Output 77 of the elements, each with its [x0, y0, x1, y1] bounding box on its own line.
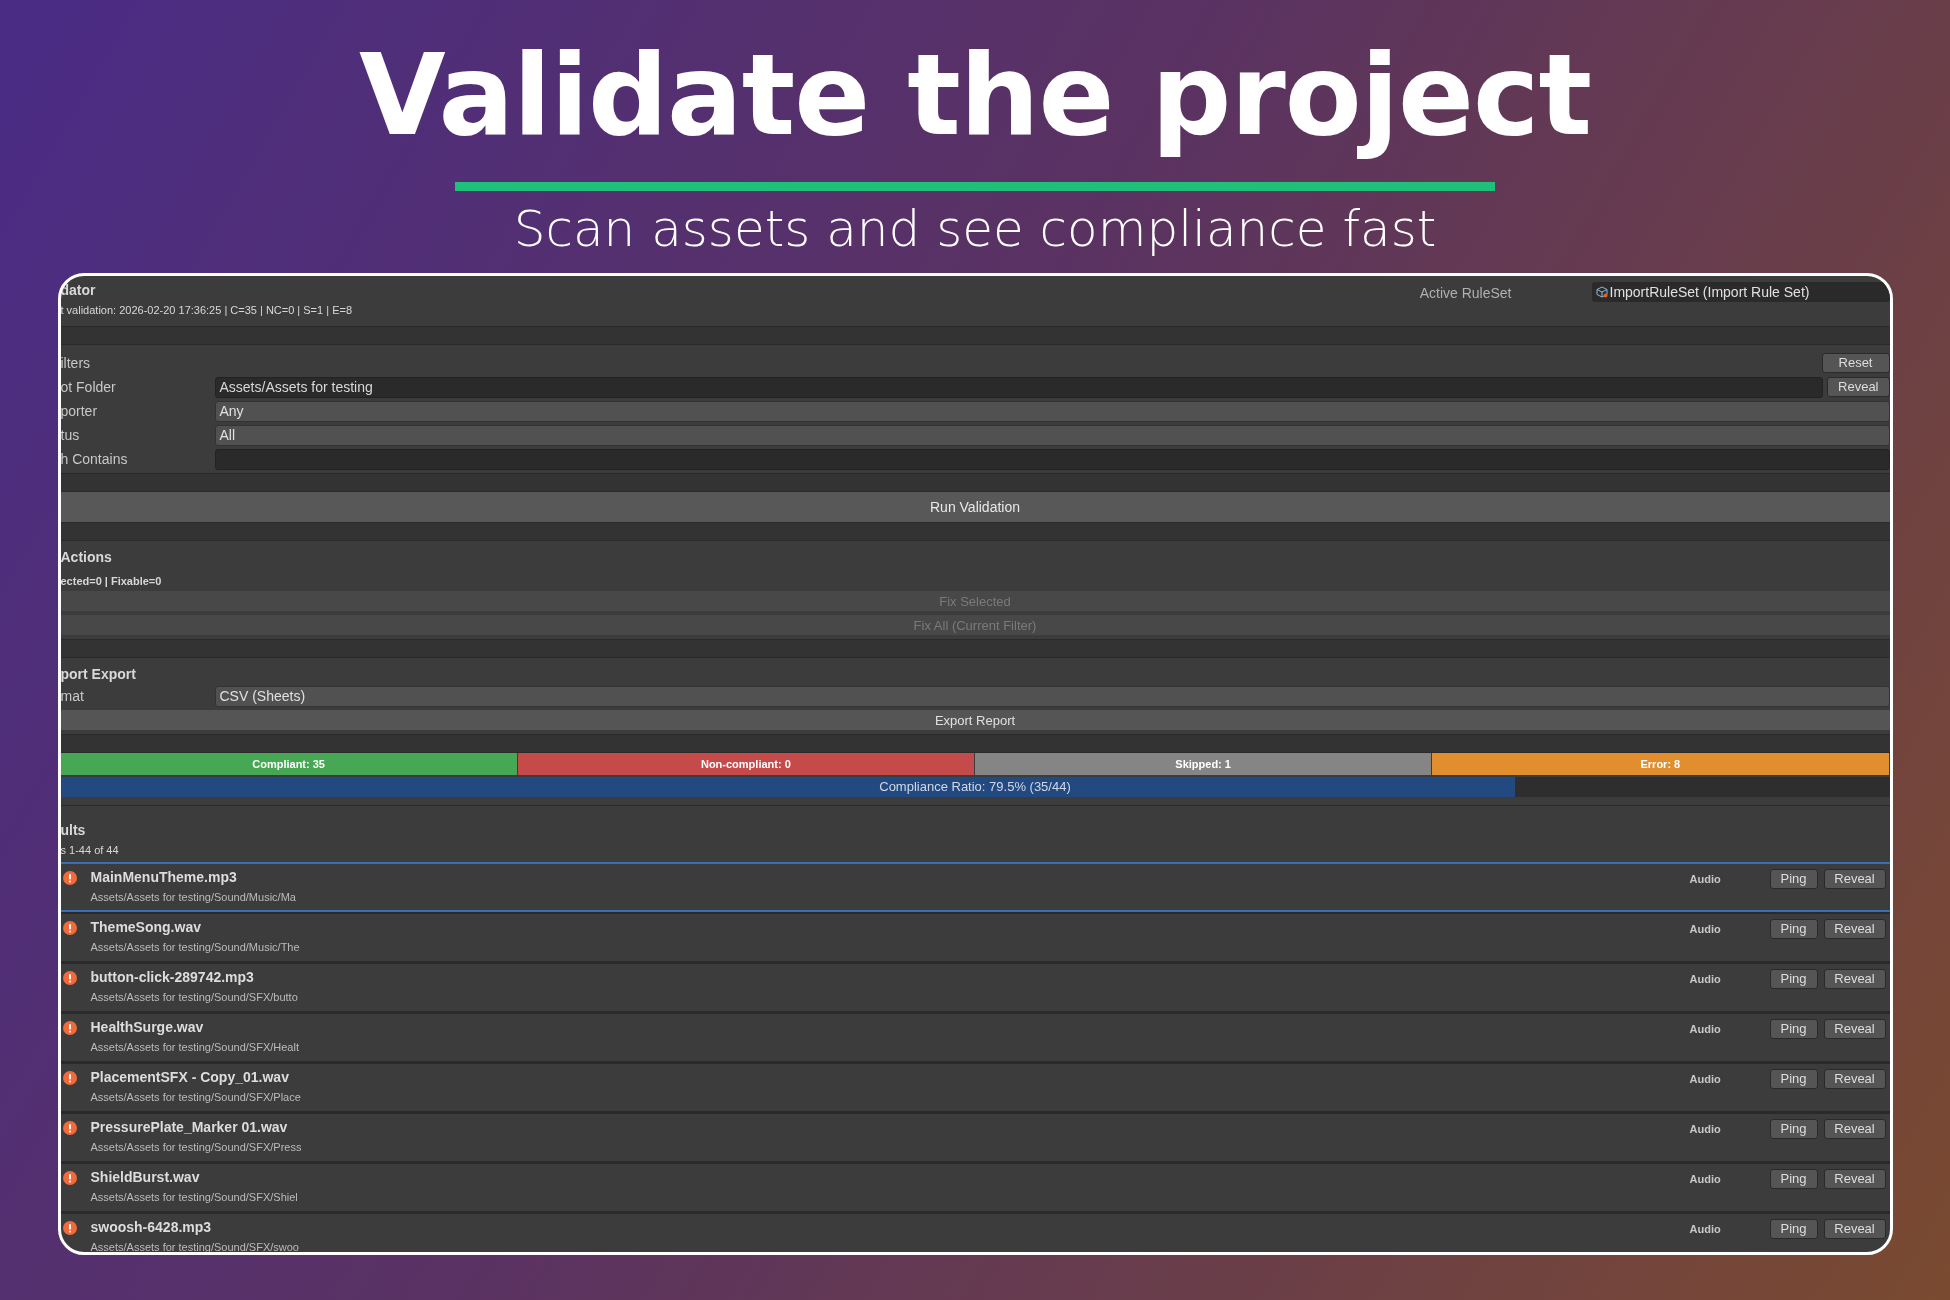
- ping-button[interactable]: Ping: [1769, 1019, 1818, 1039]
- ping-button[interactable]: Ping: [1769, 969, 1818, 989]
- headline: Validate the project: [359, 30, 1591, 160]
- run-validation-button[interactable]: Run Validation: [60, 492, 1890, 522]
- report-export-heading: port Export: [60, 666, 137, 682]
- ruleset-label: Active RuleSet: [1419, 284, 1512, 301]
- asset-type: Audio: [1689, 1173, 1722, 1185]
- dropdown-field[interactable]: All: [214, 424, 1890, 446]
- asset-type: Audio: [1689, 973, 1722, 985]
- asset-path: Assets/Assets for testing/Sound/SFX/Press: [90, 1141, 303, 1153]
- export-report-button[interactable]: Export Report: [60, 710, 1890, 730]
- asset-path: Assets/Assets for testing/Sound/Music/The: [90, 941, 301, 953]
- dropdown-field[interactable]: Any: [214, 400, 1890, 422]
- asset-name: PressurePlate_Marker 01.wav: [90, 1119, 289, 1135]
- field-label: tus: [60, 427, 81, 443]
- reveal-button[interactable]: Reveal: [1823, 1069, 1886, 1089]
- selection-summary: ected=0 | Fixable=0: [60, 575, 163, 587]
- reveal-button[interactable]: Reveal: [1823, 969, 1886, 989]
- asset-path: Assets/Assets for testing/Sound/SFX/butto: [90, 991, 299, 1003]
- asset-type: Audio: [1689, 1073, 1722, 1085]
- subtitle: Scan assets and see compliance fast: [513, 199, 1437, 259]
- ruleset-field[interactable]: ImportRuleSet (Import Rule Set): [1591, 282, 1890, 302]
- summary-segment: Error: 8: [1432, 753, 1890, 775]
- field-label: h Contains: [60, 451, 129, 467]
- results-count: s 1-44 of 44: [60, 844, 120, 856]
- ping-button[interactable]: Ping: [1769, 919, 1818, 939]
- ping-button[interactable]: Ping: [1769, 1069, 1818, 1089]
- asset-path: Assets/Assets for testing/Sound/SFX/Place: [90, 1091, 302, 1103]
- asset-name: ShieldBurst.wav: [90, 1169, 201, 1185]
- reveal-button[interactable]: Reveal: [1823, 1119, 1886, 1139]
- field-label: ot Folder: [60, 379, 117, 395]
- asset-name: ThemeSong.wav: [90, 919, 202, 935]
- result-row[interactable]: ShieldBurst.wav Assets/Assets for testing/Sound/SFX/Shiel Audio Ping Reveal: [60, 1162, 1890, 1212]
- summary-segment: Skipped: 1: [975, 753, 1433, 775]
- asset-type: Audio: [1689, 923, 1722, 935]
- reveal-button[interactable]: Reveal: [1827, 377, 1890, 397]
- cube-icon: [1595, 286, 1608, 298]
- format-dropdown[interactable]: CSV (Sheets): [214, 685, 1890, 707]
- reveal-button[interactable]: Reveal: [1823, 1219, 1886, 1239]
- result-row[interactable]: MainMenuTheme.mp3 Assets/Assets for testing/Sound/Music/Ma Audio Ping Reveal: [60, 862, 1890, 912]
- field-label: porter: [60, 403, 99, 419]
- asset-name: button-click-289742.mp3: [90, 969, 255, 985]
- asset-name: swoosh-6428.mp3: [90, 1219, 213, 1235]
- ping-button[interactable]: Ping: [1769, 1219, 1818, 1239]
- asset-path: Assets/Assets for testing/Sound/SFX/Shiel: [90, 1191, 299, 1203]
- compliance-ratio-text: Compliance Ratio: 79.5% (35/44): [879, 779, 1071, 794]
- reset-button[interactable]: Reset: [1821, 353, 1890, 373]
- results-heading: ults: [60, 822, 87, 838]
- asset-type: Audio: [1689, 1023, 1722, 1035]
- asset-type: Audio: [1689, 873, 1722, 885]
- field-label: mat: [60, 688, 85, 704]
- result-row[interactable]: button-click-289742.mp3 Assets/Assets for testing/Sound/SFX/butto Audio Ping Reveal: [60, 962, 1890, 1012]
- asset-type: Audio: [1689, 1223, 1722, 1235]
- reveal-button[interactable]: Reveal: [1823, 1019, 1886, 1039]
- summary-segment: Non-compliant: 0: [517, 753, 975, 775]
- asset-path: Assets/Assets for testing/Sound/SFX/Healt: [90, 1041, 300, 1053]
- result-row[interactable]: PlacementSFX - Copy_01.wav Assets/Assets for testing/Sound/SFX/Place Audio Ping Reveal: [60, 1062, 1890, 1112]
- asset-name: MainMenuTheme.mp3: [90, 869, 238, 885]
- last-validation-text: t validation: 2026-02-20 17:36:25 | C=35 | NC=0 | S=1 | E=8: [60, 304, 352, 316]
- reveal-button[interactable]: Reveal: [1823, 869, 1886, 889]
- asset-type: Audio: [1689, 1123, 1722, 1135]
- result-row[interactable]: ThemeSong.wav Assets/Assets for testing/Sound/Music/The Audio Ping Reveal: [60, 912, 1890, 962]
- asset-name: PlacementSFX - Copy_01.wav: [90, 1069, 290, 1085]
- filters-heading: ilters: [60, 355, 92, 371]
- reveal-button[interactable]: Reveal: [1823, 1169, 1886, 1189]
- asset-name: HealthSurge.wav: [90, 1019, 205, 1035]
- input-field[interactable]: [214, 448, 1890, 470]
- ping-button[interactable]: Ping: [1769, 1119, 1818, 1139]
- result-row[interactable]: HealthSurge.wav Assets/Assets for testing/Sound/SFX/Healt Audio Ping Reveal: [60, 1012, 1890, 1062]
- ping-button[interactable]: Ping: [1769, 869, 1818, 889]
- actions-heading: Actions: [60, 549, 113, 565]
- ping-button[interactable]: Ping: [1769, 1169, 1818, 1189]
- summary-segment: Compliant: 35: [60, 753, 518, 775]
- reveal-button[interactable]: Reveal: [1823, 919, 1886, 939]
- asset-path: Assets/Assets for testing/Sound/Music/Ma: [90, 891, 297, 903]
- input-field[interactable]: Assets/Assets for testing: [214, 376, 1824, 398]
- result-row[interactable]: PressurePlate_Marker 01.wav Assets/Assets for testing/Sound/SFX/Press Audio Ping Reveal: [60, 1112, 1890, 1162]
